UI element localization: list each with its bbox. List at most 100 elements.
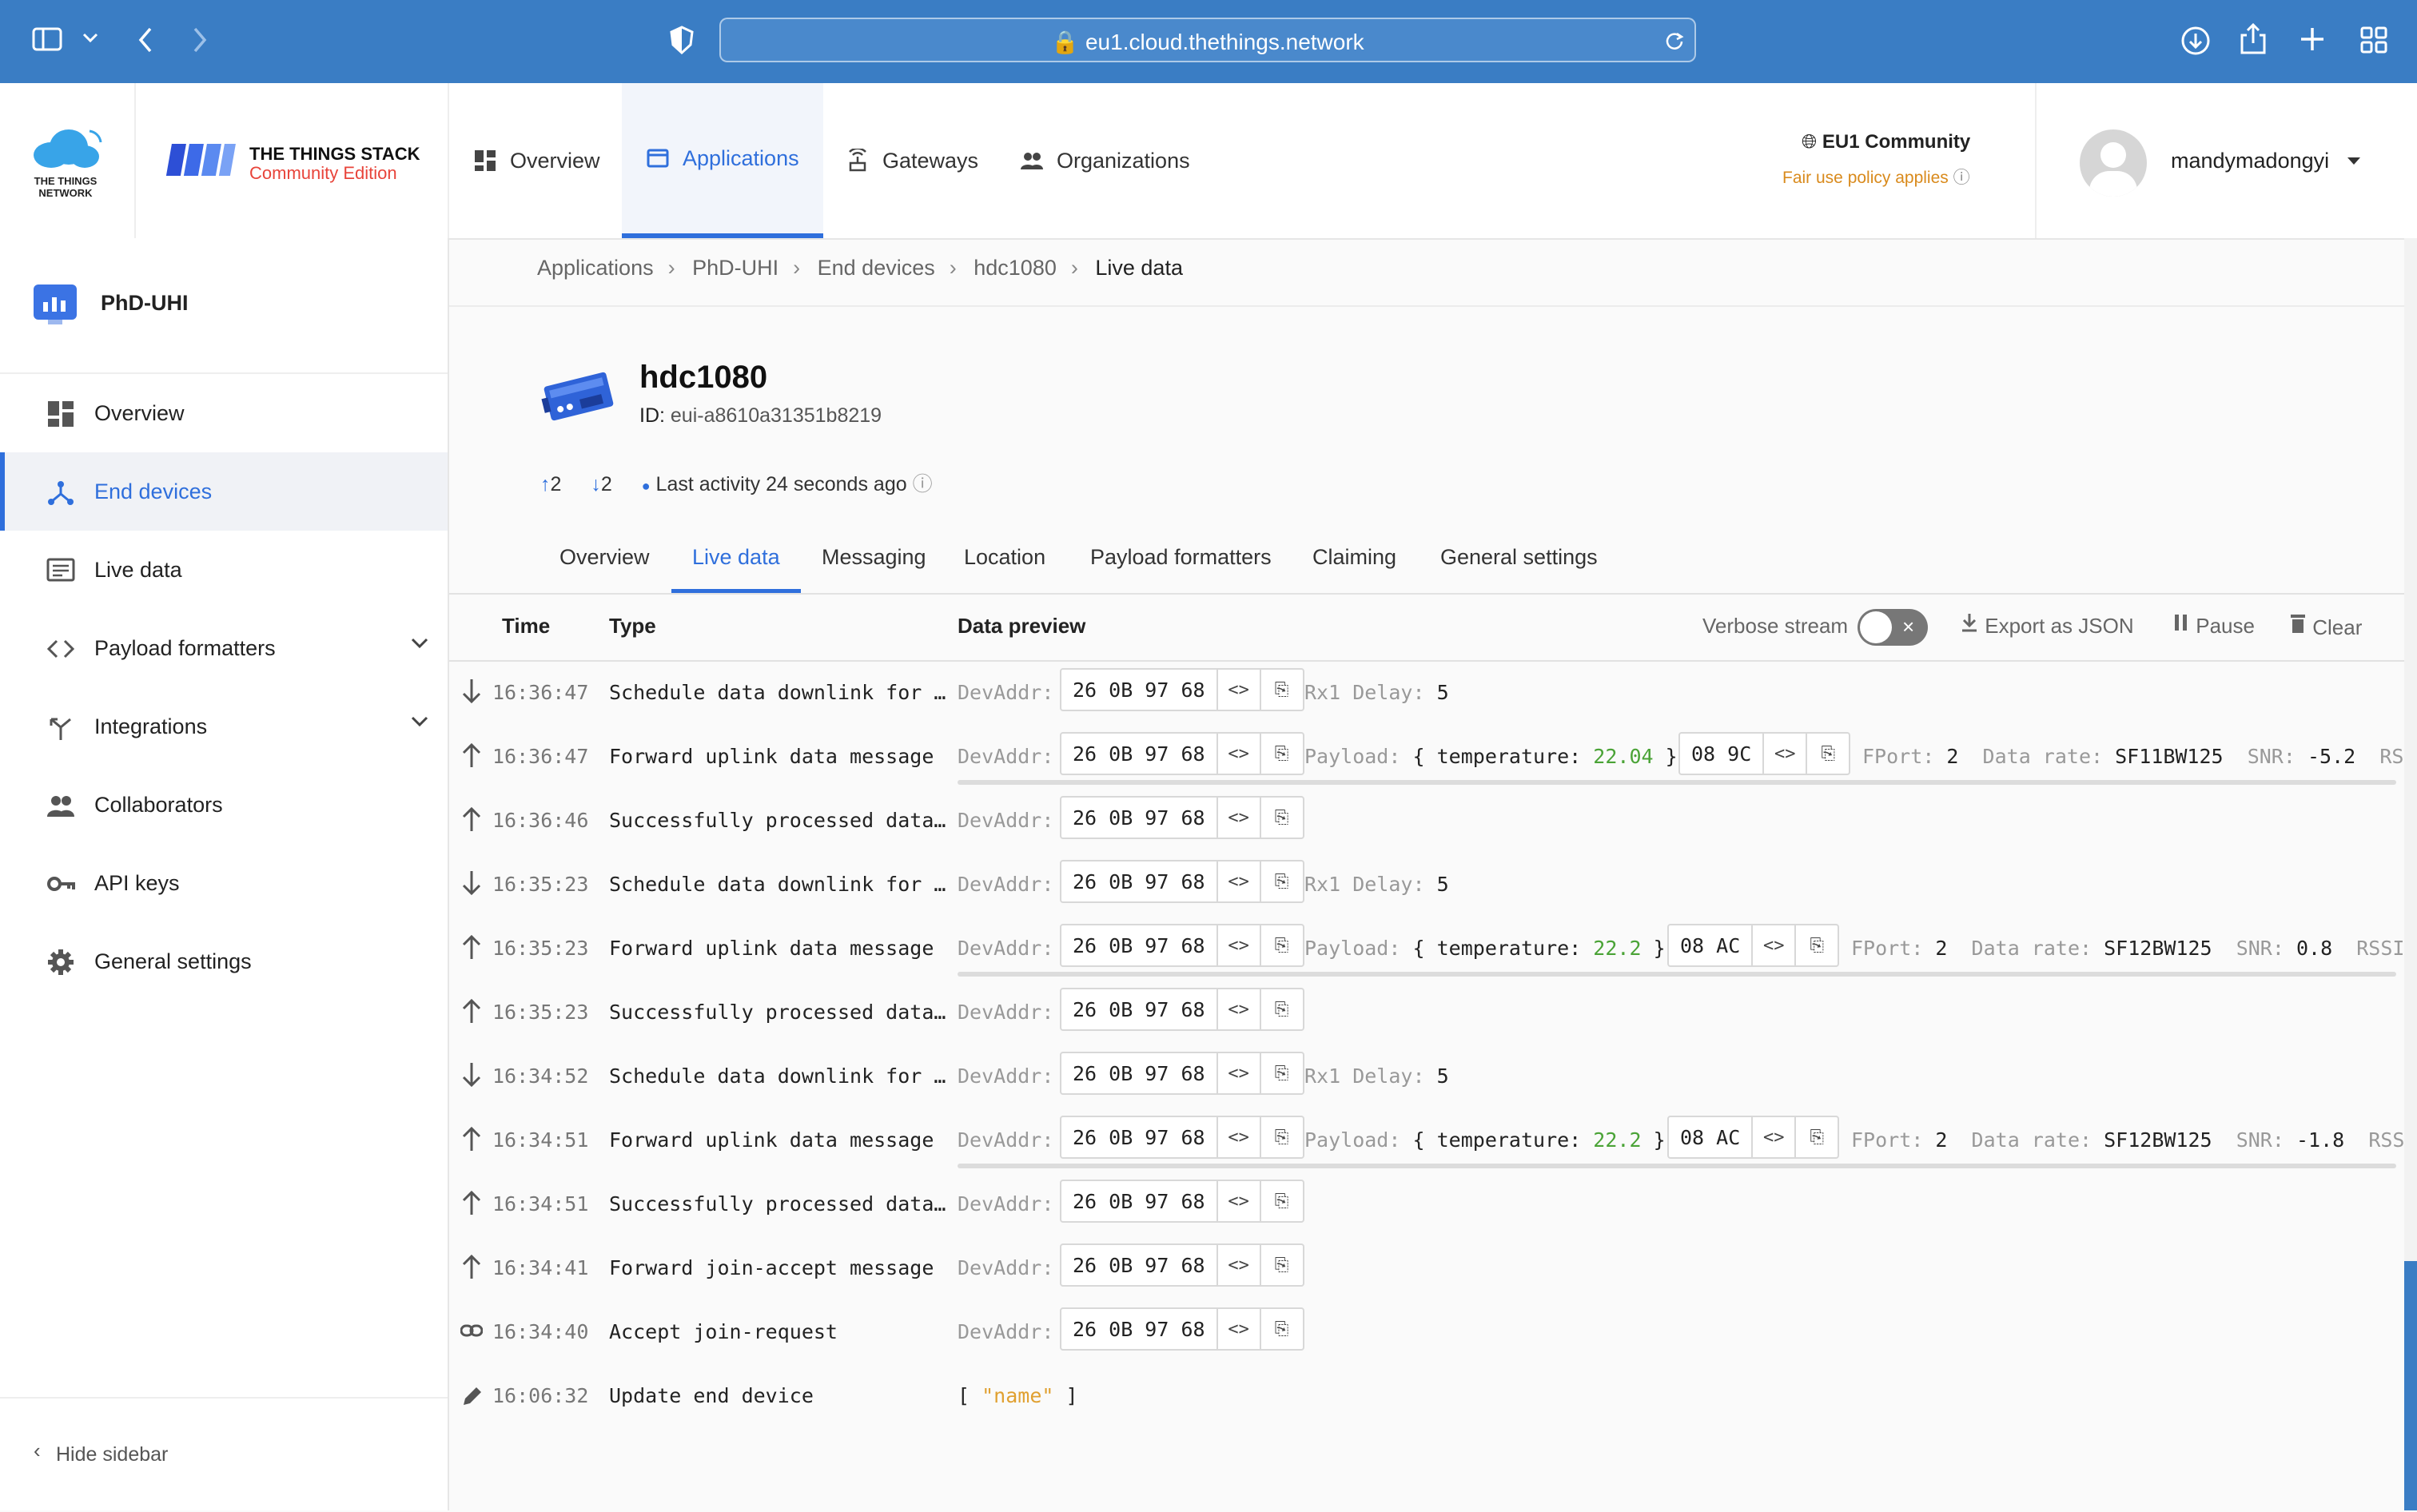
copy-icon[interactable]: ⎘ [1259, 670, 1303, 710]
tab-overview-icon[interactable] [2359, 26, 2388, 54]
breadcrumb-applications[interactable]: Applications [537, 256, 654, 280]
copy-icon[interactable]: ⎘ [1259, 1181, 1303, 1221]
ttn-logo[interactable]: THE THINGS NETWORK [27, 125, 107, 205]
breadcrumb-device[interactable]: hdc1080 [974, 256, 1057, 280]
copy-icon[interactable]: ⎘ [1259, 989, 1303, 1029]
row-horizontal-scrollbar[interactable] [958, 972, 2396, 977]
chevron-down-icon[interactable] [82, 32, 99, 45]
application-icon [647, 149, 669, 168]
copy-icon[interactable]: ⎘ [1259, 1309, 1303, 1349]
sidebar-item-api-keys[interactable]: API keys [0, 844, 448, 922]
sidebar-item-general-settings[interactable]: General settings [0, 922, 448, 1001]
table-row[interactable]: 16:35:23 Forward uplink data message DevAd… [449, 916, 2406, 980]
code-toggle-icon[interactable]: <> [1216, 1117, 1260, 1157]
table-row[interactable]: 16:34:41 Forward join-accept message DevAd… [449, 1235, 2406, 1299]
code-toggle-icon[interactable]: <> [1216, 1309, 1260, 1349]
code-toggle-icon[interactable]: <> [1762, 734, 1806, 774]
copy-icon[interactable]: ⎘ [1259, 734, 1303, 774]
sidebar-item-overview[interactable]: Overview [0, 374, 448, 452]
code-toggle-icon[interactable]: <> [1216, 734, 1260, 774]
cluster-info[interactable]: 🌐︎ EU1 Community Fair use policy applies… [1782, 131, 1998, 189]
fair-use-policy-link[interactable]: Fair use policy applies [1782, 169, 1949, 187]
sidebar-item-label: Overview [94, 400, 185, 425]
table-row[interactable]: 16:35:23 Successfully processed data… DevA… [449, 980, 2406, 1044]
sidebar-item-end-devices[interactable]: End devices [0, 452, 448, 531]
tab-payload-formatters[interactable]: Payload formatters [1090, 540, 1272, 593]
breadcrumb-app[interactable]: PhD-UHI [692, 256, 778, 280]
code-toggle-icon[interactable]: <> [1751, 1117, 1794, 1157]
copy-icon[interactable]: ⎘ [1259, 861, 1303, 901]
sidebar-item-collaborators[interactable]: Collaborators [0, 766, 448, 844]
table-row[interactable]: 16:34:51 Successfully processed data… DevA… [449, 1172, 2406, 1235]
nav-applications[interactable]: Applications [622, 83, 823, 238]
uplink-arrow-icon [462, 1254, 481, 1279]
code-toggle-icon[interactable]: <> [1216, 798, 1260, 838]
copy-icon[interactable]: ⎘ [1259, 798, 1303, 838]
caret-down-icon [2347, 157, 2360, 165]
code-toggle-icon[interactable]: <> [1216, 989, 1260, 1029]
sidebar-item-integrations[interactable]: Integrations [0, 687, 448, 766]
devaddr-box-value: 26 0B 97 68 [1073, 1061, 1205, 1085]
table-row[interactable]: 16:34:40 Accept join-request DevAddr: 26 0B… [449, 1299, 2406, 1363]
copy-icon[interactable]: ⎘ [1259, 1117, 1303, 1157]
table-row[interactable]: 16:36:47 Forward uplink data message DevAd… [449, 724, 2406, 788]
tab-claiming[interactable]: Claiming [1312, 540, 1396, 593]
copy-icon[interactable]: ⎘ [1259, 1245, 1303, 1285]
stack-logo-icon [165, 144, 236, 176]
sidebar-toggle-icon[interactable] [32, 26, 64, 53]
code-toggle-icon[interactable]: <> [1216, 1245, 1260, 1285]
row-horizontal-scrollbar[interactable] [958, 1164, 2396, 1168]
copy-icon[interactable]: ⎘ [1259, 925, 1303, 965]
sidebar-item-payload-formatters[interactable]: Payload formatters [0, 609, 448, 687]
code-toggle-icon[interactable]: <> [1216, 670, 1260, 710]
tab-location[interactable]: Location [964, 540, 1045, 593]
forward-icon[interactable] [190, 26, 209, 54]
breadcrumb-end-devices[interactable]: End devices [818, 256, 935, 280]
code-toggle-icon[interactable]: <> [1216, 925, 1260, 965]
copy-icon[interactable]: ⎘ [1259, 1053, 1303, 1093]
nav-organizations[interactable]: Organizations [1020, 83, 1204, 238]
code-toggle-icon[interactable]: <> [1216, 1053, 1260, 1093]
table-row[interactable]: 16:34:51 Forward uplink data message DevAd… [449, 1108, 2406, 1172]
export-json-button[interactable]: Export as JSON [1960, 612, 2134, 639]
table-row[interactable]: 16:35:23 Schedule data downlink for … DevA… [449, 852, 2406, 916]
user-menu[interactable]: mandymadongyi [2080, 128, 2367, 198]
tab-live-data[interactable]: Live data [671, 540, 801, 593]
sidebar-app-header[interactable]: PhD-UHI [0, 238, 448, 374]
table-row[interactable]: 16:34:52 Schedule data downlink for … DevA… [449, 1044, 2406, 1108]
code-toggle-icon[interactable]: <> [1216, 1181, 1260, 1221]
page-scrollbar[interactable] [2404, 238, 2417, 1510]
verbose-stream-toggle[interactable]: × [1858, 609, 1928, 646]
address-bar[interactable]: 🔒 eu1.cloud.thethings.network [719, 18, 1696, 62]
table-row[interactable]: 16:36:46 Successfully processed data… DevA… [449, 788, 2406, 852]
row-horizontal-scrollbar[interactable] [958, 780, 2396, 785]
sidebar-item-live-data[interactable]: Live data [0, 531, 448, 609]
hide-sidebar-button[interactable]: ‹ Hide sidebar [0, 1397, 448, 1512]
nav-gateways[interactable]: Gateways [846, 83, 982, 238]
table-row[interactable]: 16:36:47 Schedule data downlink for … DevA… [449, 660, 2406, 724]
tab-general-settings[interactable]: General settings [1440, 540, 1598, 593]
uplink-arrow-icon [462, 806, 481, 831]
pause-button[interactable]: Pause [2172, 612, 2255, 639]
code-toggle-icon[interactable]: <> [1751, 925, 1794, 965]
devaddr-box-value: 26 0B 97 68 [1073, 806, 1205, 830]
share-icon[interactable] [2240, 22, 2267, 56]
devaddr-label: DevAddr: [958, 1001, 1054, 1024]
clear-button[interactable]: Clear [2289, 612, 2362, 640]
tab-messaging[interactable]: Messaging [822, 540, 926, 593]
copy-icon[interactable]: ⎘ [1794, 925, 1838, 965]
copy-icon[interactable]: ⎘ [1794, 1117, 1838, 1157]
nav-overview[interactable]: Overview [473, 83, 620, 238]
reload-icon[interactable] [1664, 30, 1685, 51]
stack-logo[interactable]: THE THINGS STACK Community Edition [163, 139, 435, 187]
code-toggle-icon[interactable]: <> [1216, 861, 1260, 901]
table-row[interactable]: 16:06:32 Update end device [ "name" ] [449, 1363, 2406, 1427]
back-icon[interactable] [136, 26, 155, 54]
download-icon[interactable] [2180, 26, 2211, 56]
new-tab-icon[interactable] [2299, 26, 2326, 53]
privacy-shield-icon[interactable] [670, 26, 694, 54]
changed-fields: [ "name" ] [958, 1384, 1078, 1407]
copy-icon[interactable]: ⎘ [1806, 734, 1849, 774]
devaddr-box: 26 0B 97 68 <> ⎘ [1060, 988, 1304, 1031]
tab-overview[interactable]: Overview [559, 540, 650, 593]
